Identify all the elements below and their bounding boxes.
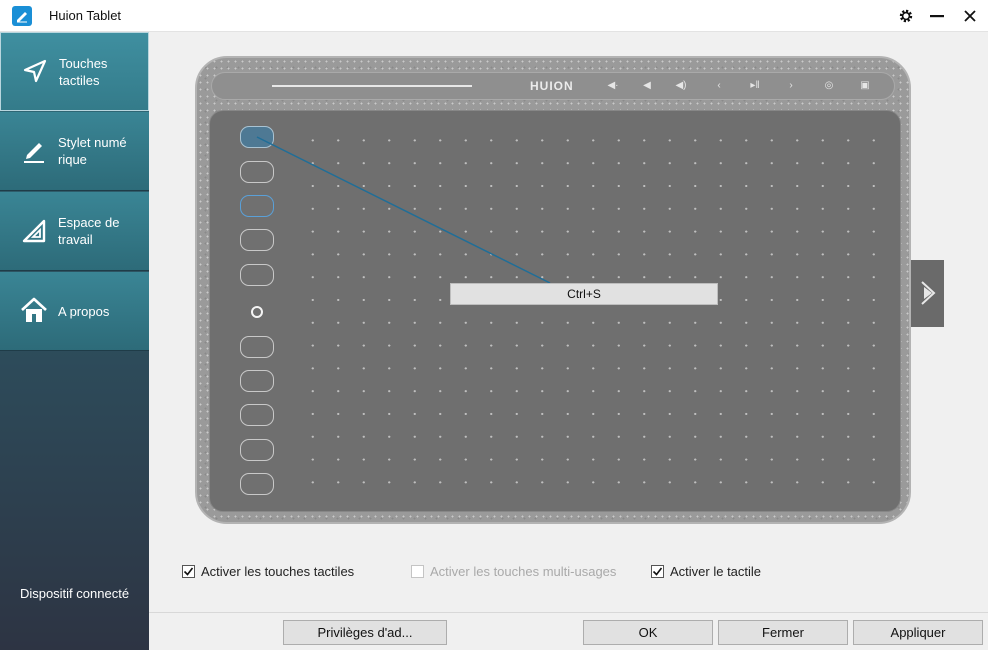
play-pause-icon: ▸‖ [750, 80, 760, 91]
volume-mute-icon: ◀ [643, 80, 651, 91]
close-dialog-button[interactable]: Fermer [718, 620, 848, 645]
enable-multifunction-keys-checkbox: Activer les touches multi-usages [411, 564, 616, 579]
tablet-brand-logo: HUION [530, 79, 574, 93]
checkbox-box[interactable] [651, 565, 664, 578]
checkbox-label: Activer les touches tactiles [201, 564, 355, 579]
sidebar: Touches tactiles Stylet numé rique Espac… [0, 32, 149, 650]
previous-icon: ‹ [717, 80, 721, 91]
settings-gear-icon[interactable] [893, 4, 919, 28]
sidebar-item-label: Touches tactiles [59, 56, 108, 88]
volume-down-icon: ◀· [607, 80, 619, 91]
enable-touch-checkbox[interactable]: Activer le tactile [651, 564, 761, 579]
assignment-connector-line [256, 136, 551, 284]
footer-bar: Privilèges d'ad... OK Fermer Appliquer [149, 612, 988, 650]
calculator-icon: ▣ [860, 80, 870, 91]
sidebar-item-a-propos[interactable]: A propos [0, 272, 149, 351]
pen-icon [24, 143, 44, 163]
main-panel: HUION ◀· ◀ ◀) ‹ ▸‖ › ◎ ▣ Ctrl+S Activer … [149, 32, 988, 612]
window-title: Huion Tablet [49, 8, 122, 23]
tablet-top-strip: HUION ◀· ◀ ◀) ‹ ▸‖ › ◎ ▣ [211, 72, 895, 100]
title-bar: Huion Tablet [0, 0, 988, 32]
tablet-illustration: HUION ◀· ◀ ◀) ‹ ▸‖ › ◎ ▣ Ctrl+S [195, 56, 911, 524]
enable-express-keys-checkbox[interactable]: Activer les touches tactiles [182, 564, 354, 579]
checkbox-label: Activer le tactile [670, 564, 762, 579]
home-icon [21, 297, 47, 322]
checkbox-box [411, 565, 424, 578]
expand-panel-tab[interactable] [911, 260, 944, 327]
device-connected-status: Dispositif connecté [19, 586, 130, 601]
checkbox-box[interactable] [182, 565, 195, 578]
sidebar-item-label: Espace de travail [58, 215, 120, 247]
checkbox-label: Activer les touches multi-usages [430, 564, 617, 579]
next-icon: › [789, 80, 793, 91]
key-assignment-label[interactable]: Ctrl+S [450, 283, 718, 305]
sidebar-item-touches-tactiles[interactable]: Touches tactiles [0, 32, 149, 111]
admin-privileges-button[interactable]: Privilèges d'ad... [283, 620, 447, 645]
huion-app-icon [12, 6, 32, 26]
tablet-slider [272, 85, 472, 87]
tablet-active-area: Ctrl+S [209, 110, 901, 512]
apply-button[interactable]: Appliquer [853, 620, 983, 645]
sidebar-item-label: A propos [58, 304, 110, 319]
set-square-icon [22, 219, 46, 243]
ok-button[interactable]: OK [583, 620, 713, 645]
sidebar-item-espace-de-travail[interactable]: Espace de travail [0, 192, 149, 271]
navigation-arrow-icon [23, 59, 47, 83]
volume-up-icon: ◀) [675, 80, 687, 91]
sidebar-item-stylet-numerique[interactable]: Stylet numé rique [0, 112, 149, 191]
minimize-button[interactable] [924, 4, 950, 28]
sidebar-item-label: Stylet numé rique [58, 135, 127, 167]
close-button[interactable] [957, 4, 983, 28]
browser-icon: ◎ [824, 80, 834, 91]
